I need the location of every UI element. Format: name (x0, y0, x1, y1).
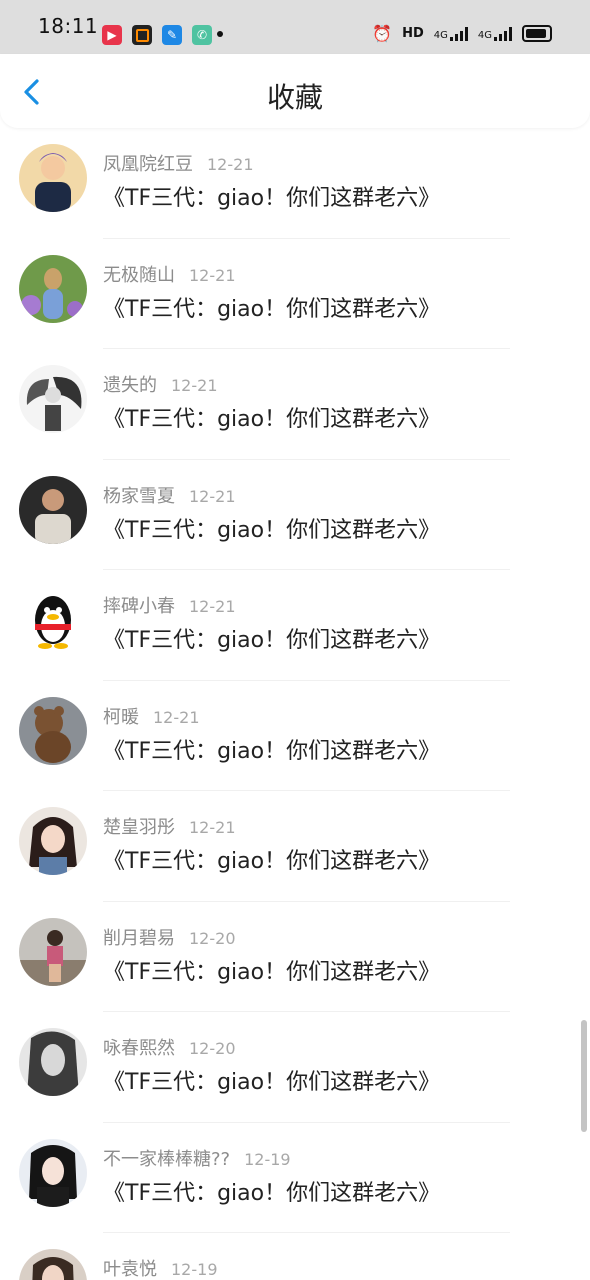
status-bar: 18:11 ▶ ✎ ✆ ⏰ HD 4G 4G (0, 0, 590, 54)
date: 12-19 (171, 1260, 218, 1279)
item-meta: 摔碑小春 12-21 (103, 592, 236, 618)
penguin-avatar-icon (19, 586, 87, 654)
date: 12-21 (171, 376, 218, 395)
item-meta: 咏春熙然 12-20 (103, 1034, 236, 1060)
user-name[interactable]: 楚皇羽彤 (103, 817, 175, 838)
signal-bars-2-icon (494, 26, 512, 41)
item-content[interactable]: 《TF三代：giao！你们这群老六》 (103, 180, 440, 212)
user-name[interactable]: 柯暖 (103, 707, 139, 728)
list-item[interactable]: 削月碧易 12-20 《TF三代：giao！你们这群老六》 (0, 902, 590, 1012)
item-meta: 凤凰院红豆 12-21 (103, 150, 254, 176)
list-item[interactable]: 摔碑小春 12-21 《TF三代：giao！你们这群老六》 (0, 570, 590, 681)
list-item[interactable]: 杨家雪夏 12-21 《TF三代：giao！你们这群老六》 (0, 460, 590, 570)
avatar[interactable] (19, 1138, 87, 1207)
avatar[interactable] (19, 586, 87, 654)
item-meta: 不一家棒棒糖?? 12-19 (103, 1145, 291, 1171)
item-meta: 柯暖 12-21 (103, 703, 200, 729)
item-content[interactable]: 《TF三代：giao！你们这群老六》 (103, 401, 440, 433)
date: 12-21 (207, 155, 254, 174)
user-name[interactable]: 凤凰院红豆 (103, 154, 193, 175)
more-notifications-icon (217, 31, 223, 37)
header: 收藏 (0, 54, 590, 128)
user-name[interactable]: 杨家雪夏 (103, 486, 175, 507)
item-content[interactable]: 《TF三代：giao！你们这群老六》 (103, 954, 440, 986)
item-meta: 无极随山 12-21 (103, 261, 236, 287)
user-name[interactable]: 叶袁悦 (103, 1259, 157, 1280)
favorites-list: 凤凰院红豆 12-21 《TF三代：giao！你们这群老六》 无极随山 12-21 … (0, 128, 590, 1280)
battery-icon (522, 25, 552, 42)
item-content[interactable]: 《TF三代：giao！你们这群老六》 (103, 512, 440, 544)
signal-2: 4G (477, 26, 512, 41)
list-item[interactable]: 叶袁悦 12-19 (0, 1233, 590, 1280)
network-type-2: 4G (477, 29, 492, 41)
avatar[interactable] (19, 254, 87, 323)
list-item[interactable]: 楚皇羽彤 12-21 《TF三代：giao！你们这群老六》 (0, 791, 590, 902)
orange-app-icon (132, 25, 152, 45)
network-type-1: 4G (433, 29, 448, 41)
item-meta: 楚皇羽彤 12-21 (103, 813, 236, 839)
avatar[interactable] (19, 144, 87, 212)
list-item[interactable]: 凤凰院红豆 12-21 《TF三代：giao！你们这群老六》 (0, 128, 590, 239)
blue-app-icon: ✎ (162, 25, 182, 45)
user-name[interactable]: 咏春熙然 (103, 1038, 175, 1059)
date: 12-21 (189, 486, 236, 506)
date: 12-19 (244, 1149, 291, 1169)
user-name[interactable]: 遗失的 (103, 375, 157, 396)
phone-app-icon: ✆ (192, 25, 212, 45)
avatar[interactable] (19, 807, 87, 875)
item-meta: 杨家雪夏 12-21 (103, 482, 236, 508)
date: 12-20 (189, 1039, 236, 1058)
list-item[interactable]: 无极随山 12-21 《TF三代：giao！你们这群老六》 (0, 239, 590, 349)
scrollbar[interactable] (581, 1020, 587, 1132)
avatar[interactable] (19, 696, 87, 765)
signal-bars-1-icon (449, 26, 468, 41)
avatar[interactable] (19, 365, 87, 433)
list-item[interactable]: 不一家棒棒糖?? 12-19 《TF三代：giao！你们这群老六》 (0, 1123, 590, 1233)
item-content[interactable]: 《TF三代：giao！你们这群老六》 (103, 733, 440, 765)
list-item[interactable]: 柯暖 12-21 《TF三代：giao！你们这群老六》 (0, 681, 590, 791)
avatar[interactable] (19, 475, 87, 544)
item-content[interactable]: 《TF三代：giao！你们这群老六》 (103, 843, 440, 875)
item-meta: 遗失的 12-21 (103, 371, 218, 397)
avatar[interactable] (19, 1028, 87, 1096)
hd-indicator: HD (402, 26, 424, 41)
date: 12-20 (189, 928, 236, 948)
status-right: ⏰ HD 4G 4G (372, 24, 552, 43)
page-title: 收藏 (266, 81, 323, 114)
alarm-icon: ⏰ (372, 24, 393, 43)
list-item[interactable]: 咏春熙然 12-20 《TF三代：giao！你们这群老六》 (0, 1012, 590, 1123)
user-name[interactable]: 不一家棒棒糖?? (103, 1149, 230, 1170)
item-meta: 削月碧易 12-20 (103, 924, 236, 950)
item-content[interactable]: 《TF三代：giao！你们这群老六》 (103, 622, 440, 654)
user-name[interactable]: 无极随山 (103, 265, 175, 286)
date: 12-21 (153, 707, 200, 727)
item-content[interactable]: 《TF三代：giao！你们这群老六》 (103, 1064, 440, 1096)
date: 12-21 (189, 818, 236, 837)
avatar[interactable] (19, 917, 87, 986)
status-time: 18:11 (38, 14, 99, 38)
user-name[interactable]: 摔碑小春 (103, 596, 175, 617)
date: 12-21 (189, 265, 236, 285)
user-name[interactable]: 削月碧易 (103, 928, 175, 949)
notification-icons: ▶ ✎ ✆ (102, 25, 212, 45)
item-content[interactable]: 《TF三代：giao！你们这群老六》 (103, 291, 440, 323)
video-app-icon: ▶ (102, 25, 122, 45)
item-content[interactable]: 《TF三代：giao！你们这群老六》 (103, 1175, 440, 1207)
avatar[interactable] (19, 1249, 87, 1280)
date: 12-21 (189, 597, 236, 616)
signal-1: 4G (433, 26, 468, 41)
item-meta: 叶袁悦 12-19 (103, 1255, 218, 1280)
list-item[interactable]: 遗失的 12-21 《TF三代：giao！你们这群老六》 (0, 349, 590, 460)
